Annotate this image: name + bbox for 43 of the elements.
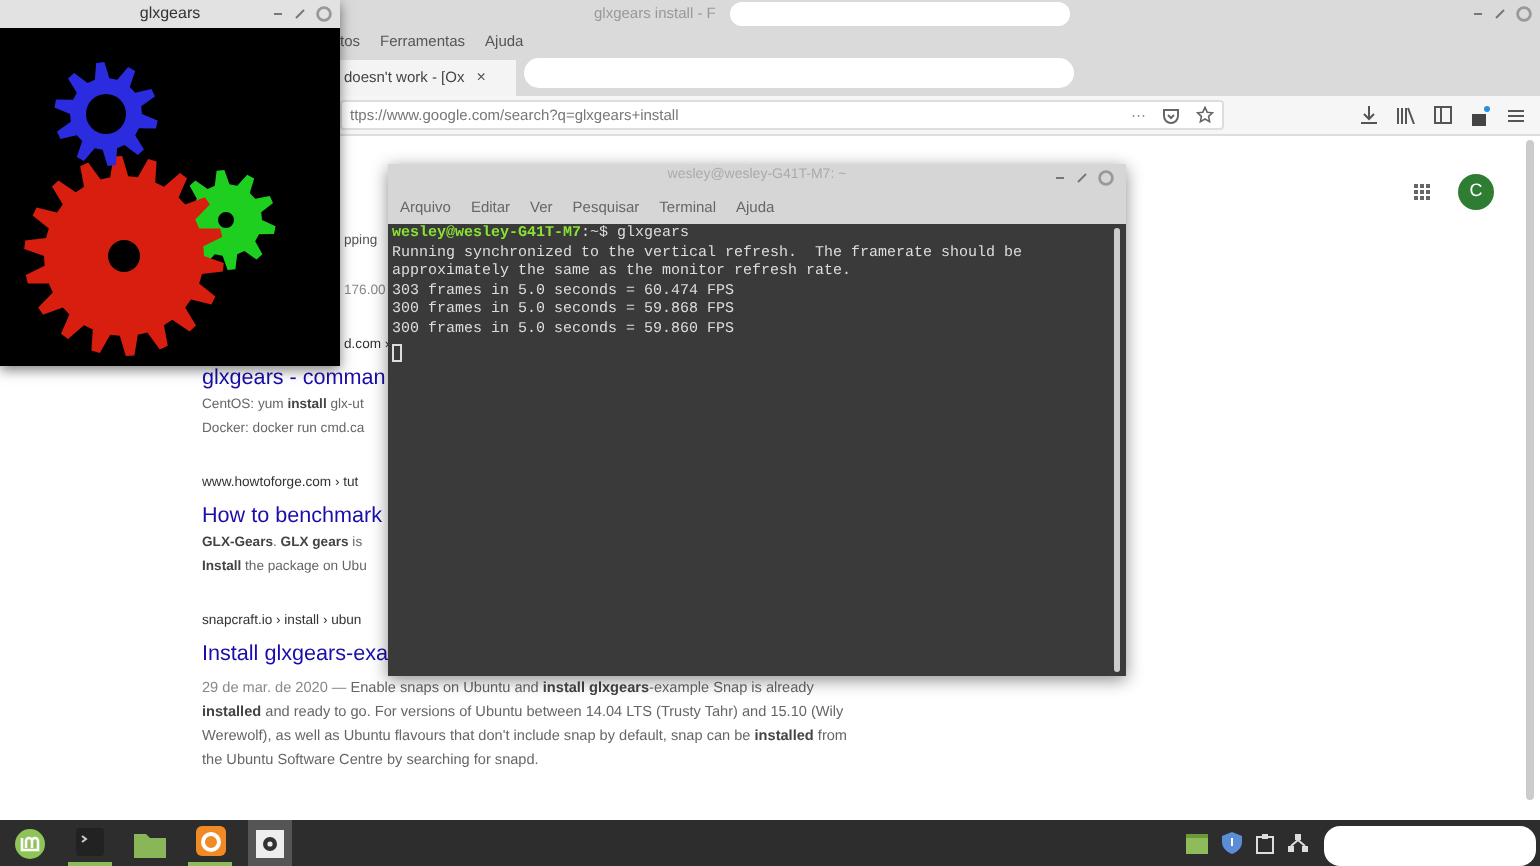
maximize-icon <box>294 8 306 20</box>
maximize-button[interactable] <box>294 8 306 20</box>
scrollbar[interactable] <box>1114 228 1120 672</box>
result-title[interactable]: Install glxgears-exa <box>202 638 389 670</box>
clipboard-icon[interactable] <box>1256 833 1274 853</box>
menu-icon <box>14 827 46 859</box>
maximize-icon <box>1494 8 1506 20</box>
sidebar-icon[interactable] <box>1434 106 1452 124</box>
network-icon[interactable] <box>1288 834 1308 852</box>
download-icon[interactable] <box>1360 106 1378 124</box>
minimize-button[interactable] <box>272 8 284 20</box>
minimize-button[interactable] <box>1472 8 1484 20</box>
result-title[interactable]: How to benchmark <box>202 500 383 532</box>
close-icon <box>1516 6 1532 22</box>
extension-icon[interactable] <box>1470 105 1490 125</box>
minimize-button[interactable] <box>1054 172 1066 184</box>
terminal-icon <box>76 827 104 855</box>
firefox-button[interactable] <box>188 820 232 866</box>
maximize-button[interactable] <box>1076 172 1088 184</box>
maximize-icon <box>1076 172 1088 184</box>
pocket-icon[interactable] <box>1162 107 1180 123</box>
minimize-icon <box>1054 172 1066 184</box>
gear-window-button[interactable] <box>248 820 292 866</box>
library-icon[interactable] <box>1396 106 1416 124</box>
window-icon[interactable] <box>1186 833 1208 853</box>
scrollbar[interactable] <box>1526 140 1534 800</box>
close-tab-button[interactable]: × <box>476 70 486 86</box>
apps-grid-icon[interactable] <box>1414 184 1430 200</box>
firefox-icon <box>195 826 225 856</box>
gear-window-icon <box>256 829 284 857</box>
minimize-icon <box>272 8 284 20</box>
close-icon <box>316 6 332 22</box>
menu-icon[interactable] <box>1508 107 1524 123</box>
text-cursor <box>392 343 402 362</box>
folder-icon <box>134 829 166 857</box>
result-title[interactable]: glxgears - comman <box>202 362 386 394</box>
account-avatar[interactable]: C <box>1458 174 1494 210</box>
star-icon[interactable] <box>1196 106 1214 124</box>
maximize-button[interactable] <box>1494 8 1506 20</box>
minimize-icon <box>1472 8 1484 20</box>
shield-icon[interactable] <box>1222 832 1242 854</box>
window-title: glxgears <box>139 2 201 26</box>
close-icon <box>1098 170 1114 186</box>
